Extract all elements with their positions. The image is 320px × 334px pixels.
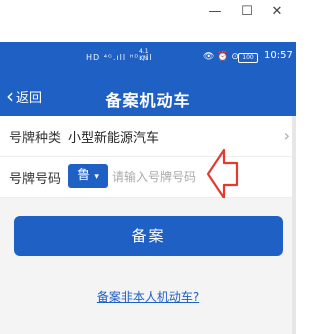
province-selector[interactable]: 鲁 ▾	[68, 164, 108, 188]
maximize-button[interactable]: ☐	[232, 0, 262, 24]
phone-status-bar: HD ⁴ᴳ.ıll ᴴᴰ.ıll 4.1 K/s 👁 ⏰ ⊙ 100 10:57	[0, 42, 296, 78]
province-label: 鲁	[77, 168, 91, 183]
status-time: 10:57	[264, 50, 293, 61]
register-button[interactable]: 备案	[14, 216, 283, 256]
plate-type-label: 号牌种类	[9, 131, 62, 146]
right-edge-divider	[292, 116, 296, 334]
page-title: 备案机动车	[105, 91, 191, 110]
network-speed: 4.1 K/s	[139, 48, 149, 62]
plate-number-row: 号牌号码 鲁 ▾	[0, 157, 296, 198]
plate-type-value: 小型新能源汽车	[68, 131, 160, 146]
plate-type-row[interactable]: 号牌种类 小型新能源汽车 ›	[0, 116, 296, 157]
plate-number-label: 号牌号码	[9, 172, 62, 187]
app-navbar: ‹ 返回 备案机动车	[0, 78, 296, 116]
minimize-button[interactable]: —	[200, 0, 230, 24]
window-titlebar: — ☐ ✕	[0, 0, 296, 24]
status-icons: 👁 ⏰ ⊙	[203, 52, 239, 62]
annotation-arrow-icon	[206, 148, 239, 200]
caret-down-icon: ▾	[94, 172, 99, 182]
close-window-button[interactable]: ✕	[262, 0, 292, 24]
chevron-right-icon: ›	[283, 126, 290, 145]
battery-icon: 100	[238, 53, 258, 63]
plate-number-input[interactable]	[112, 166, 212, 188]
register-other-vehicle-link[interactable]: 备案非本人机动车?	[0, 288, 296, 305]
